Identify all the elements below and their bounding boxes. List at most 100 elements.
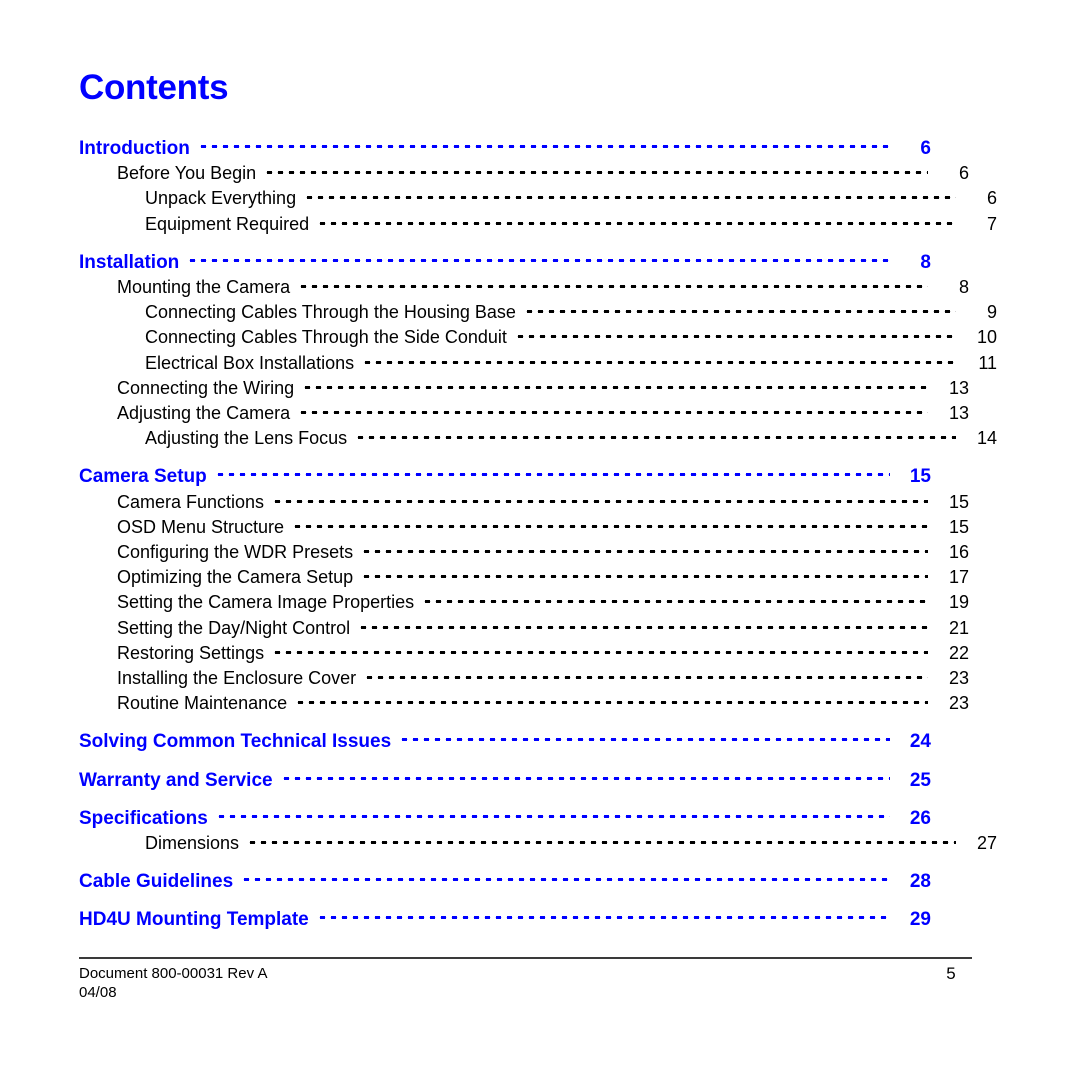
toc-entry-label: Cable Guidelines bbox=[79, 871, 234, 893]
dot-leader bbox=[298, 275, 928, 293]
toc-entry[interactable]: Mounting the Camera 8 bbox=[79, 275, 969, 300]
toc-entry-page-number: 13 bbox=[948, 403, 969, 424]
dot-leader bbox=[292, 515, 928, 533]
dot-leader bbox=[399, 729, 890, 747]
toc-entry-label: Equipment Required bbox=[145, 213, 310, 234]
footer-page-number: 5 bbox=[946, 964, 956, 983]
toc-entry-label: Electrical Box Installations bbox=[145, 352, 355, 373]
toc-entry-label: Routine Maintenance bbox=[117, 693, 288, 714]
toc-entry-label: Dimensions bbox=[145, 833, 240, 854]
dot-leader bbox=[187, 250, 890, 268]
toc-entry-page-number: 7 bbox=[986, 213, 997, 234]
toc-entry[interactable]: Connecting Cables Through the Housing Ba… bbox=[79, 300, 997, 325]
toc-entry-page-number: 23 bbox=[948, 668, 969, 689]
dot-leader bbox=[295, 691, 928, 709]
dot-leader bbox=[364, 666, 928, 684]
dot-leader bbox=[358, 616, 928, 634]
toc-entry[interactable]: Optimizing the Camera Setup 17 bbox=[79, 565, 969, 590]
toc-entry[interactable]: Unpack Everything 6 bbox=[79, 186, 997, 211]
toc-entry-page-number: 6 bbox=[986, 188, 997, 209]
dot-leader bbox=[514, 325, 956, 343]
toc-entry[interactable]: Electrical Box Installations 11 bbox=[79, 351, 997, 376]
toc-entry[interactable]: Routine Maintenance 23 bbox=[79, 691, 969, 716]
toc-entry-label: OSD Menu Structure bbox=[117, 516, 285, 537]
toc-entry-label: HD4U Mounting Template bbox=[79, 909, 309, 931]
toc-entry[interactable]: Installation 8 bbox=[79, 250, 931, 275]
toc-entry[interactable]: Restoring Settings 22 bbox=[79, 641, 969, 666]
dot-leader bbox=[272, 641, 928, 659]
toc-entry-page-number: 26 bbox=[909, 807, 931, 829]
dot-leader bbox=[215, 806, 890, 824]
toc-entry[interactable]: Connecting the Wiring 13 bbox=[79, 376, 969, 401]
footer-document-info: Document 800-00031 Rev A 04/08 bbox=[79, 964, 267, 1002]
footer-document-id: Document 800-00031 Rev A bbox=[79, 965, 268, 982]
toc-entry-label: Installation bbox=[79, 251, 180, 273]
toc-entry[interactable]: Adjusting the Lens Focus 14 bbox=[79, 426, 997, 451]
toc-entry-page-number: 11 bbox=[978, 352, 997, 373]
toc-entry[interactable]: Cable Guidelines 28 bbox=[79, 869, 931, 894]
toc-entry[interactable]: Adjusting the Camera 13 bbox=[79, 401, 969, 426]
toc-entry-page-number: 25 bbox=[909, 769, 931, 791]
dot-leader bbox=[214, 464, 890, 482]
dot-leader bbox=[197, 136, 890, 154]
toc-entry-page-number: 29 bbox=[909, 909, 931, 931]
dot-leader bbox=[355, 426, 956, 444]
footer-divider bbox=[79, 957, 972, 959]
toc-entry-label: Solving Common Technical Issues bbox=[79, 731, 392, 753]
footer-date: 04/08 bbox=[79, 984, 117, 1001]
toc-entry[interactable]: Dimensions 27 bbox=[79, 831, 997, 856]
toc-entry[interactable]: OSD Menu Structure 15 bbox=[79, 515, 969, 540]
toc-entry-label: Optimizing the Camera Setup bbox=[117, 567, 354, 588]
dot-leader bbox=[361, 565, 928, 583]
toc-entry[interactable]: HD4U Mounting Template 29 bbox=[79, 907, 931, 932]
toc-entry-page-number: 8 bbox=[958, 277, 969, 298]
toc-entry-label: Setting the Day/Night Control bbox=[117, 617, 351, 638]
toc-entry-page-number: 6 bbox=[920, 138, 931, 159]
toc-entry-page-number: 15 bbox=[948, 491, 969, 512]
toc-entry-label: Connecting the Wiring bbox=[117, 377, 295, 398]
dot-leader bbox=[247, 831, 956, 849]
toc-entry[interactable]: Specifications 26 bbox=[79, 806, 931, 831]
toc-entry[interactable]: Camera Functions 15 bbox=[79, 490, 969, 515]
toc-entry-page-number: 15 bbox=[948, 516, 969, 537]
toc-entry-page-number: 14 bbox=[976, 428, 997, 449]
toc-entry-label: Before You Begin bbox=[117, 163, 257, 184]
dot-leader bbox=[272, 490, 928, 508]
toc-entry[interactable]: Connecting Cables Through the Side Condu… bbox=[79, 325, 997, 350]
dot-leader bbox=[317, 212, 956, 230]
toc-entry-label: Adjusting the Lens Focus bbox=[145, 428, 348, 449]
toc-entry[interactable]: Warranty and Service 25 bbox=[79, 768, 931, 793]
toc-entry-label: Installing the Enclosure Cover bbox=[117, 668, 357, 689]
toc-entry-label: Restoring Settings bbox=[117, 642, 265, 663]
dot-leader bbox=[361, 540, 928, 558]
toc-entry[interactable]: Setting the Day/Night Control 21 bbox=[79, 616, 969, 641]
toc-entry[interactable]: Introduction 6 bbox=[79, 136, 931, 161]
dot-leader bbox=[280, 768, 890, 786]
toc-entry-label: Mounting the Camera bbox=[117, 277, 291, 298]
toc-entry[interactable]: Configuring the WDR Presets 16 bbox=[79, 540, 969, 565]
page-title: Contents bbox=[79, 68, 229, 107]
toc-entry[interactable]: Installing the Enclosure Cover 23 bbox=[79, 666, 969, 691]
dot-leader bbox=[302, 376, 928, 394]
dot-leader bbox=[241, 869, 890, 887]
toc-entry-page-number: 22 bbox=[948, 642, 969, 663]
toc-entry[interactable]: Setting the Camera Image Properties 19 bbox=[79, 590, 969, 615]
toc-entry-label: Camera Setup bbox=[79, 466, 207, 488]
dot-leader bbox=[298, 401, 928, 419]
dot-leader bbox=[362, 351, 956, 369]
toc-entry-label: Configuring the WDR Presets bbox=[117, 542, 354, 563]
toc-entry[interactable]: Equipment Required 7 bbox=[79, 212, 997, 237]
toc-entry[interactable]: Solving Common Technical Issues 24 bbox=[79, 729, 931, 754]
toc-entry-page-number: 13 bbox=[948, 377, 969, 398]
toc-entry-page-number: 15 bbox=[909, 466, 931, 488]
toc-entry-label: Warranty and Service bbox=[79, 769, 273, 791]
toc-entry-page-number: 21 bbox=[948, 617, 969, 638]
toc-entry-label: Connecting Cables Through the Housing Ba… bbox=[145, 302, 516, 323]
toc-entry[interactable]: Before You Begin 6 bbox=[79, 161, 969, 186]
toc-entry-page-number: 8 bbox=[920, 251, 931, 273]
toc-entry-page-number: 16 bbox=[948, 542, 969, 563]
toc-entry[interactable]: Camera Setup 15 bbox=[79, 464, 931, 489]
toc-entry-label: Camera Functions bbox=[117, 491, 265, 512]
toc-entry-page-number: 28 bbox=[909, 871, 931, 893]
toc-entry-page-number: 27 bbox=[976, 833, 997, 854]
